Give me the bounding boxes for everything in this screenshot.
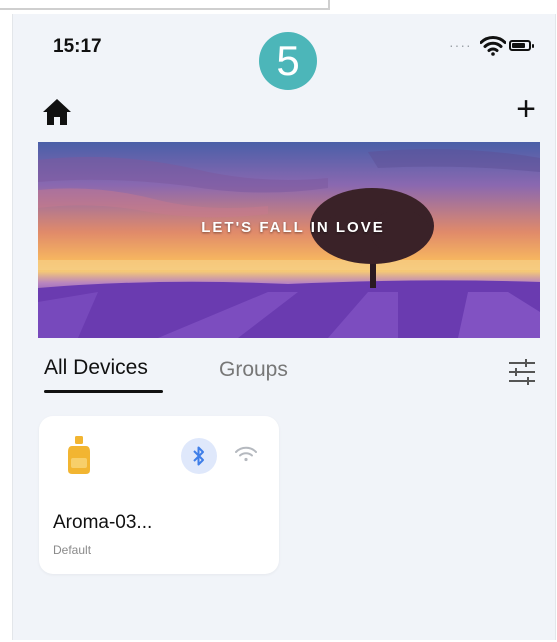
wifi-icon: [235, 446, 257, 462]
device-card[interactable]: Aroma-03... Default: [39, 416, 279, 574]
battery-icon: [509, 40, 534, 51]
banner-landscape-image: [38, 149, 540, 338]
top-divider: [0, 0, 330, 10]
banner-tagline: LET'S FALL IN LOVE: [201, 219, 385, 236]
bluetooth-icon: [193, 446, 204, 466]
aroma-diffuser-icon: [68, 436, 90, 474]
home-icon[interactable]: [41, 96, 73, 128]
promo-banner[interactable]: LET'S FALL IN LOVE: [38, 142, 540, 338]
device-name: Aroma-03...: [53, 512, 153, 533]
step-number-badge: 5: [259, 32, 317, 90]
tab-all-devices[interactable]: All Devices: [44, 356, 148, 380]
bluetooth-badge: [181, 438, 217, 474]
device-group-label: Default: [53, 543, 92, 557]
wifi-status-icon: [480, 36, 506, 56]
add-device-button[interactable]: +: [510, 91, 542, 127]
signal-dots-icon: ····: [449, 37, 472, 53]
active-tab-indicator: [44, 390, 163, 393]
tab-groups[interactable]: Groups: [219, 358, 288, 382]
filter-sliders-icon[interactable]: [507, 358, 537, 386]
status-time: 15:17: [53, 36, 102, 57]
phone-screen: 15:17 5 ···· + LET'S FALL IN LOVE All De…: [12, 14, 556, 640]
